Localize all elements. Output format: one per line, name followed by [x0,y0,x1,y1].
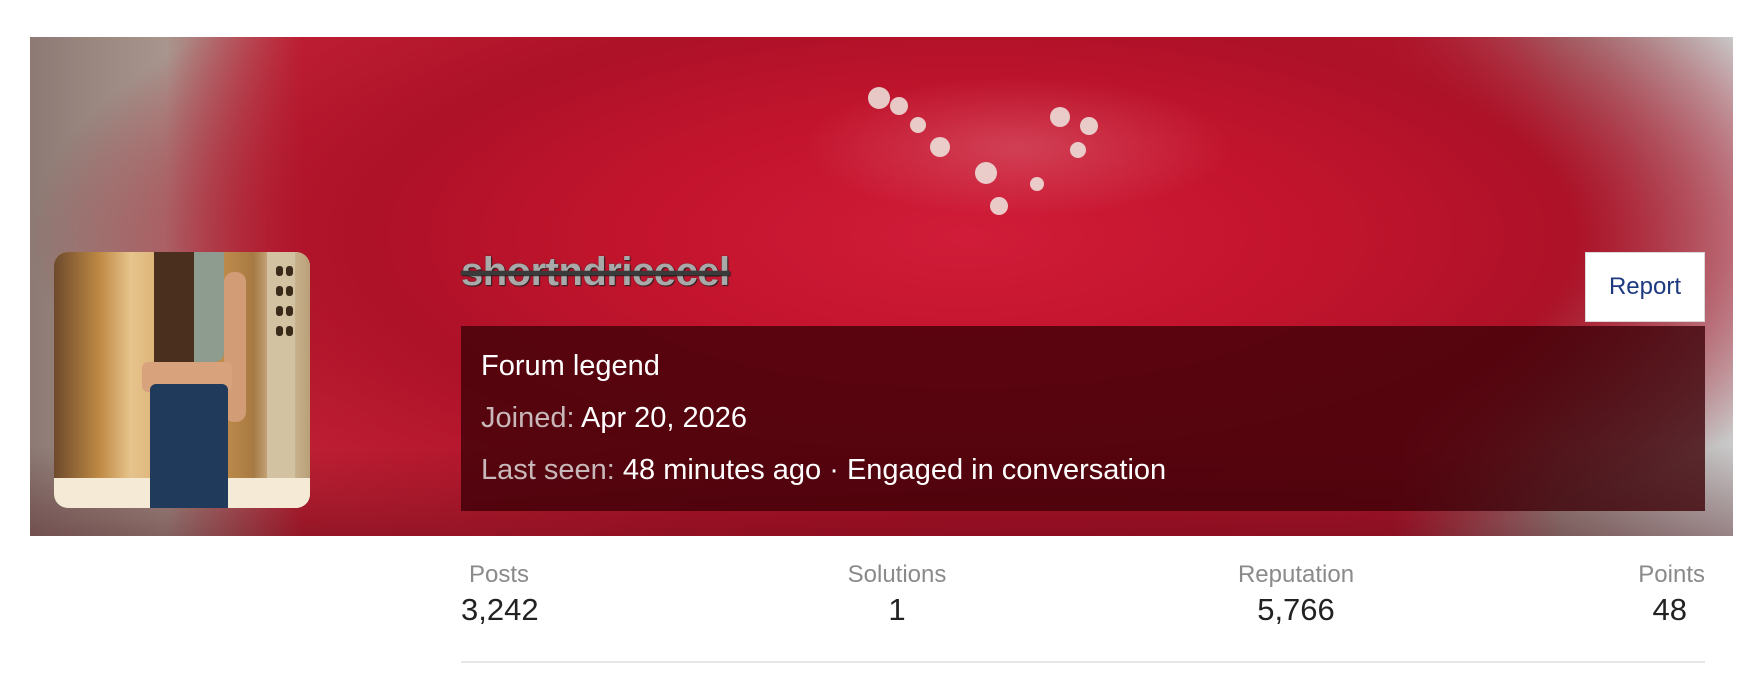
banner-detail [1050,107,1070,127]
avatar-detail [276,266,283,276]
banner-detail [1080,117,1098,135]
joined-value: Apr 20, 2026 [580,402,748,434]
report-button[interactable]: Report [1585,252,1705,322]
avatar-detail [286,326,293,336]
avatar-detail [276,286,283,296]
stat-reputation[interactable]: Reputation 5,766 [1211,560,1381,630]
banner-detail [1030,177,1044,191]
avatar[interactable] [54,252,310,508]
banner-detail [1070,142,1086,158]
stat-points-value: 48 [1652,592,1687,627]
avatar-detail [286,286,293,296]
stat-posts-label: Posts [469,561,530,588]
stat-solutions-value: 1 [888,592,906,627]
avatar-detail [276,326,283,336]
user-title-row: Forum legend [481,348,1685,400]
banner-detail [990,197,1008,215]
avatar-detail [276,306,283,316]
avatar-figure [154,252,194,372]
profile-info-panel: Forum legend Joined: Apr 20, 2026 Last s… [461,326,1705,511]
profile-page: shortndricecel Report Forum legend Joine… [0,0,1749,685]
stats-divider [461,661,1705,663]
stat-solutions-label: Solutions [847,561,947,588]
joined-label: Joined: [481,402,575,434]
stat-posts[interactable]: Posts 3,242 [461,560,539,630]
banner-detail [930,137,950,157]
last-seen-label: Last seen: [481,454,615,486]
user-title: Forum legend [481,350,660,382]
banner-detail [975,162,997,184]
last-seen-value: 48 minutes ago · Engaged in conversation [622,454,1167,486]
stat-reputation-value: 5,766 [1257,592,1335,627]
banner-detail [910,117,926,133]
last-seen-row: Last seen: 48 minutes ago · Engaged in c… [481,452,1685,504]
stat-reputation-label: Reputation [1237,561,1355,588]
joined-row: Joined: Apr 20, 2026 [481,400,1685,452]
stat-points-label: Points [1638,561,1705,588]
banner-detail [868,87,890,109]
stat-solutions[interactable]: Solutions 1 [827,560,967,630]
profile-stats: Posts 3,242 Solutions 1 Reputation 5,766… [461,560,1705,636]
stat-points[interactable]: Points 48 [1638,560,1705,630]
stat-posts-value: 3,242 [461,592,539,627]
banner-detail [890,97,908,115]
avatar-detail [286,266,293,276]
avatar-detail [286,306,293,316]
avatar-figure [150,384,228,508]
username: shortndricecel [461,250,730,294]
